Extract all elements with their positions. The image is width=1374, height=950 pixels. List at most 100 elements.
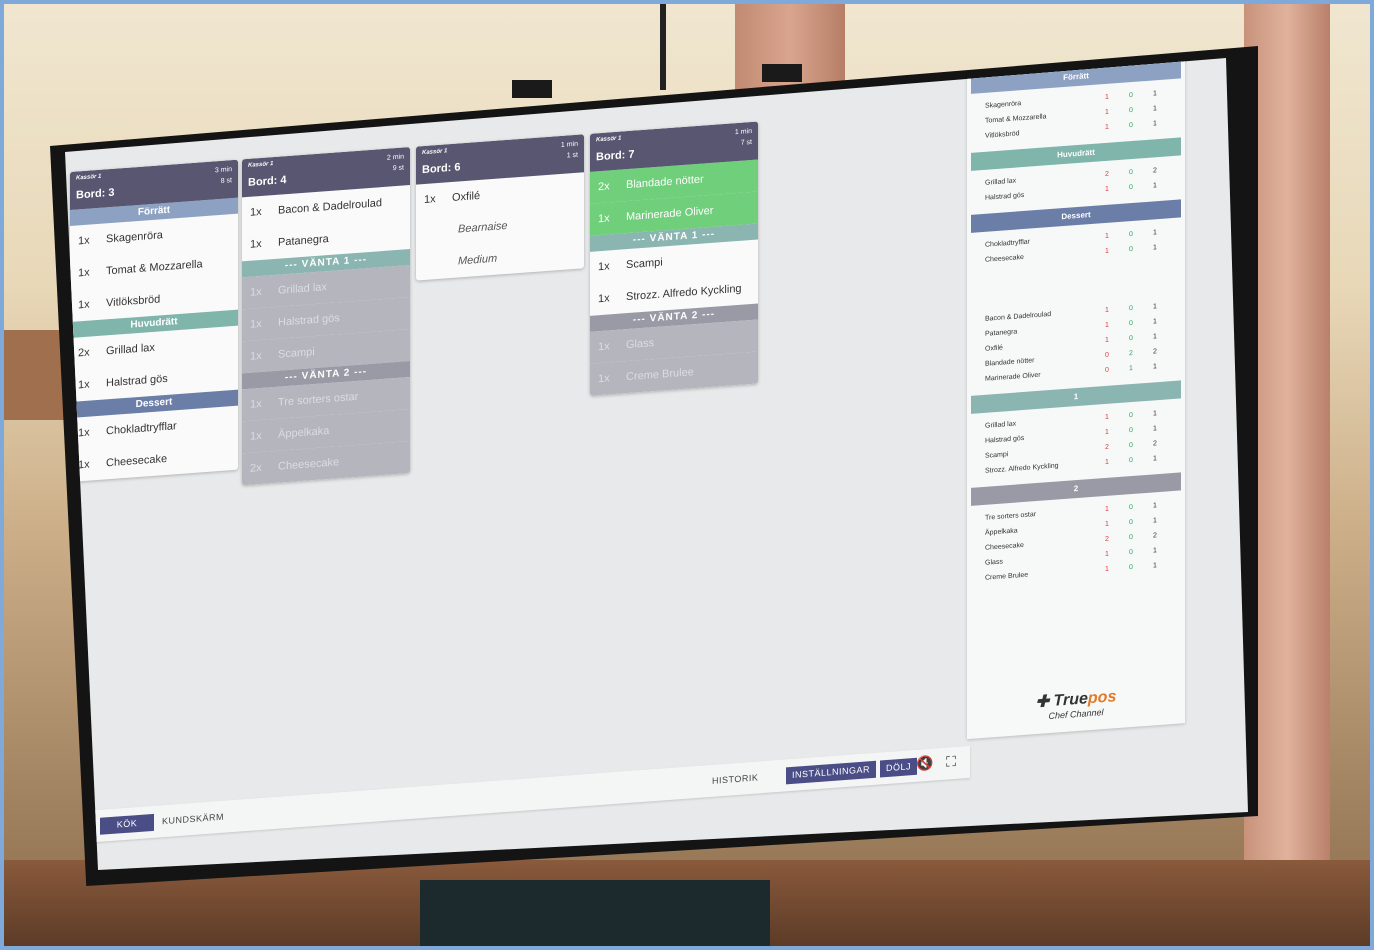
summary-pending-count: 1 — [1105, 93, 1109, 101]
order-meta: 1 min 1 st — [561, 139, 578, 162]
summary-done-count: 0 — [1129, 230, 1133, 239]
summary-total-count: 1 — [1153, 455, 1157, 463]
item-name: Skagenröra — [106, 229, 163, 246]
item-name: Cheesecake — [106, 452, 168, 470]
summary-done-count: 0 — [1129, 91, 1133, 100]
item-name: Oxfilé — [452, 189, 481, 204]
item-name: Cheesecake — [278, 456, 340, 473]
table-number: Bord: 3 — [76, 186, 115, 202]
summary-total-count: 2 — [1153, 348, 1157, 356]
order-card[interactable]: Kassör 1 Bord: 4 2 min 9 st 1x Bacon & Dadelr… — [242, 147, 410, 486]
item-name: Bacon & Dadelroulad — [278, 197, 382, 217]
fullscreen-icon[interactable]: ⛶ — [942, 753, 960, 772]
item-name: Scampi — [278, 346, 315, 361]
summary-total-count: 1 — [1153, 182, 1157, 190]
tv-stand — [420, 880, 770, 950]
summary-done-count: 0 — [1129, 121, 1133, 130]
summary-total-count: 1 — [1153, 363, 1157, 371]
summary-total-count: 1 — [1153, 105, 1157, 113]
item-quantity: 1x — [424, 193, 436, 207]
item-quantity: 2x — [598, 180, 610, 194]
table-number: Bord: 7 — [596, 148, 635, 164]
summary-done-count: 0 — [1129, 456, 1133, 465]
tab-kitchen[interactable]: KÖK — [100, 813, 154, 835]
cashier-label: Kassör 1 — [596, 135, 622, 144]
item-name: Äppelkaka — [278, 424, 330, 441]
item-quantity: 1x — [78, 266, 90, 280]
item-name: Marinerade Oliver — [626, 204, 714, 224]
order-card[interactable]: Kassör 1 Bord: 33 min 8 st Förrätt 1x Skagenr… — [70, 159, 238, 483]
summary-total-count: 1 — [1153, 244, 1157, 252]
settings-button[interactable]: INSTÄLLNINGAR — [786, 760, 877, 785]
summary-pending-count: 1 — [1105, 413, 1109, 421]
summary-pending-count: 1 — [1105, 123, 1109, 131]
speaker-muted-icon[interactable]: 🔇 — [916, 755, 934, 774]
summary-pending-count: 1 — [1105, 565, 1109, 573]
summary-group: 1 Grillad lax 1 0 1 Halstrad gös 1 0 1 Scampi 2 0 2 S… — [967, 380, 1185, 488]
order-time: 2 min — [386, 153, 404, 162]
summary-pending-count: 2 — [1105, 170, 1109, 178]
summary-pending-count: 0 — [1105, 366, 1109, 374]
order-item-count: 7 st — [740, 138, 752, 147]
summary-done-count: 0 — [1129, 245, 1133, 254]
hide-button[interactable]: DÖLJ — [880, 757, 918, 778]
summary-done-count: 0 — [1129, 411, 1133, 420]
item-quantity: 2x — [250, 461, 262, 475]
tv-cable — [660, 0, 666, 90]
tab-customer-screen[interactable]: KUNDSKÄRM — [156, 808, 230, 830]
item-quantity: 1x — [598, 292, 610, 306]
summary-total-count: 1 — [1153, 547, 1157, 555]
order-card[interactable]: Kassör 1 Bord: 61 min 1 st 1x Oxfilé Bearnais… — [416, 134, 584, 281]
item-name: Tre sorters ostar — [278, 390, 359, 409]
cashier-label: Kassör 1 — [248, 161, 274, 169]
item-name: Vitlöksbröd — [106, 293, 161, 310]
summary-total-count: 1 — [1153, 303, 1157, 311]
order-card[interactable]: Kassör 1 Bord: 7 1 min 7 st 2x Blandade nötte… — [590, 121, 758, 396]
item-name: Tomat & Mozzarella — [106, 258, 203, 278]
item-name: Grillad lax — [278, 281, 327, 297]
item-quantity: 1x — [250, 397, 262, 411]
item-name: Strozz. Alfredo Kyckling — [626, 282, 742, 304]
history-button[interactable]: HISTORIK — [706, 769, 764, 790]
order-meta: 1 min 7 st — [735, 126, 752, 149]
summary-pending-count: 1 — [1105, 458, 1109, 466]
summary-item-name: Creme Brulee — [985, 571, 1029, 582]
item-quantity: 1x — [250, 317, 262, 331]
summary-done-count: 0 — [1129, 441, 1133, 450]
summary-total-count: 1 — [1153, 318, 1157, 326]
item-name: Creme Brulee — [626, 366, 694, 384]
item-name: Patanegra — [278, 232, 329, 249]
summary-pending-count: 1 — [1105, 428, 1109, 436]
bottom-toolbar: KÖK KUNDSKÄRM HISTORIK INSTÄLLNINGAR DÖL… — [90, 745, 970, 843]
item-quantity: 1x — [78, 298, 90, 312]
item-quantity: 1x — [598, 372, 610, 386]
summary-total-count: 2 — [1153, 440, 1157, 448]
tv-screen: Kassör 1 Bord: 33 min 8 st Förrätt 1x Skagenr… — [65, 58, 1248, 870]
item-quantity: 1x — [250, 429, 262, 443]
cashier-label: Kassör 1 — [76, 173, 102, 182]
order-cards: Kassör 1 Bord: 33 min 8 st Förrätt 1x Skagenr… — [70, 118, 800, 672]
summary-item-name: Vitlöksbröd — [985, 130, 1020, 140]
summary-total-count: 1 — [1153, 410, 1157, 418]
tv-mount-left — [512, 80, 552, 98]
summary-group: Bacon & Dadelroulad 1 0 1 Patanegra 1 0 1 Oxfilé… — [967, 291, 1185, 396]
summary-total-count: 1 — [1153, 90, 1157, 98]
summary-done-count: 0 — [1129, 548, 1133, 557]
item-name: Chokladtryfflar — [106, 420, 177, 438]
summary-item-name: Strozz. Alfredo Kyckling — [985, 462, 1059, 475]
item-quantity: 1x — [598, 260, 610, 274]
table-number: Bord: 6 — [422, 161, 461, 177]
summary-group: 2 Tre sorters ostar 1 0 1 Äppelkaka 1 0 1 Cheesec… — [967, 472, 1185, 595]
item-quantity: 1x — [250, 349, 262, 363]
order-time: 1 min — [560, 140, 578, 149]
summary-total-count: 2 — [1153, 532, 1157, 540]
summary-total-count: 1 — [1153, 562, 1157, 570]
table-number: Bord: 4 — [248, 174, 287, 189]
item-name: Grillad lax — [106, 341, 155, 358]
summary-done-count: 0 — [1129, 503, 1133, 512]
order-item-count: 1 st — [566, 151, 578, 160]
summary-done-count: 1 — [1129, 364, 1133, 373]
item-name: Halstrad gös — [278, 312, 340, 329]
summary-total-count: 1 — [1153, 333, 1157, 341]
summary-done-count: 0 — [1129, 518, 1133, 527]
